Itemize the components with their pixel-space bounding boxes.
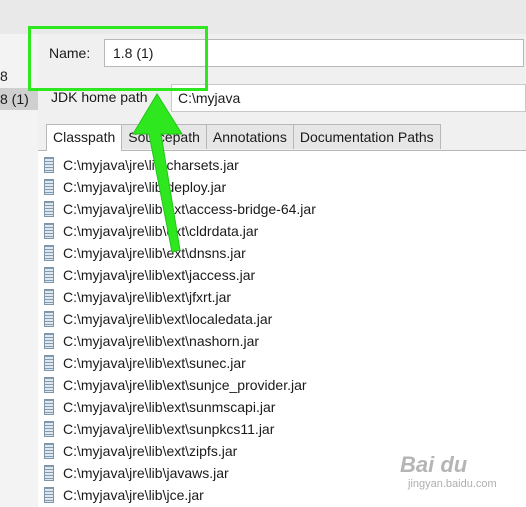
watermark-logo: Bai du xyxy=(400,452,468,477)
annotation-arrow xyxy=(132,93,183,253)
arrow-shape xyxy=(132,93,183,253)
watermark-url: jingyan.baidu.com xyxy=(408,478,497,490)
tab-classpath[interactable]: Classpath xyxy=(46,124,123,151)
